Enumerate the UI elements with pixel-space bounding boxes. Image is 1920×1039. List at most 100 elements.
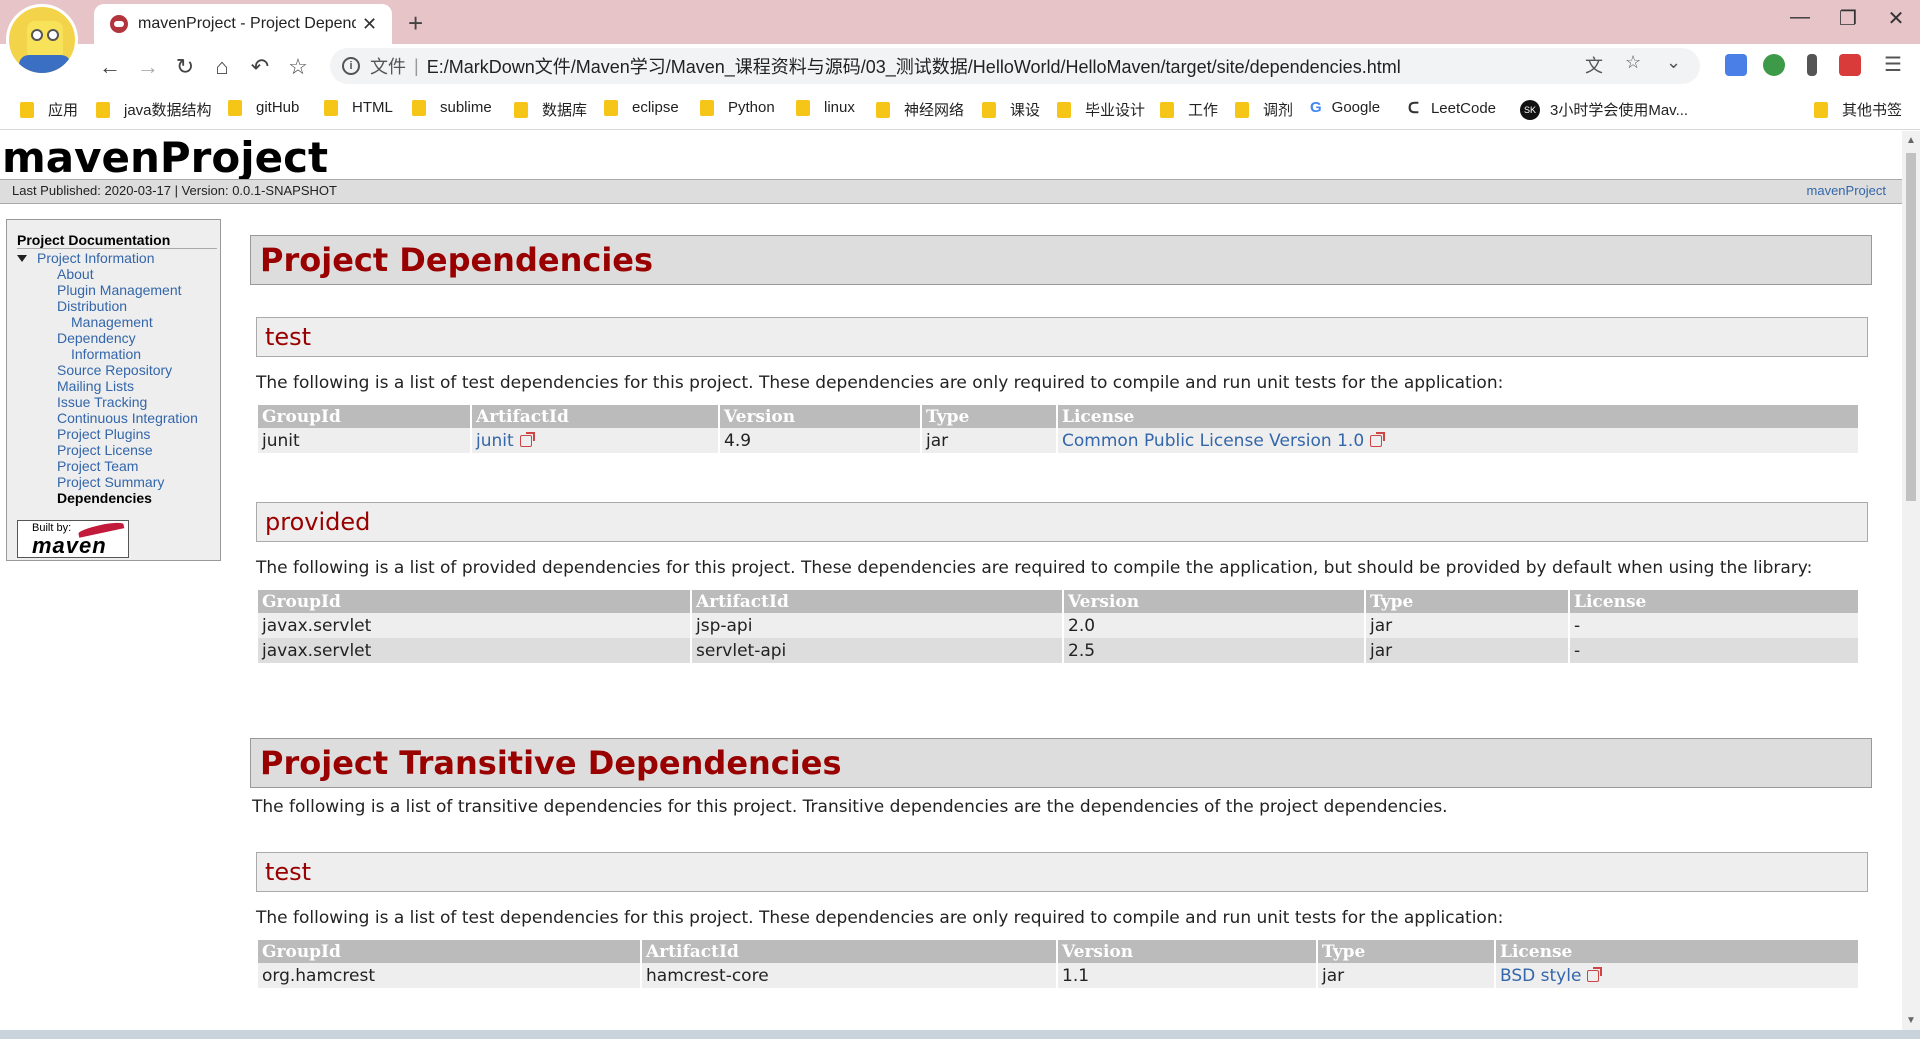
bookmark-folder[interactable]: 神经网络 [876,99,964,120]
close-tab-icon[interactable]: ✕ [362,14,377,35]
bookmark-google[interactable]: G Google [1310,99,1380,116]
nav-item-about[interactable]: About [17,266,217,282]
vertical-scrollbar[interactable]: ▲ ▼ [1902,131,1920,1030]
translate-extension-icon[interactable] [1725,54,1747,76]
bookmark-folder[interactable]: linux [796,99,855,116]
bookmark-label: Google [1331,99,1381,116]
scroll-down-icon[interactable]: ▼ [1906,1015,1916,1026]
home-icon[interactable]: ⌂ [205,50,239,84]
nav-item-mailing-lists[interactable]: Mailing Lists [17,378,217,394]
chevron-down-icon[interactable]: ⌄ [1666,52,1681,73]
test-description: The following is a list of test dependen… [256,373,1504,393]
cell-groupid: junit [258,428,470,453]
cell-license-link[interactable]: BSD style [1496,963,1858,988]
bookmark-apps[interactable]: 应用 [20,99,78,120]
provided-dependencies-table: GroupId ArtifactId Version Type License … [256,590,1860,663]
bookmark-label: 神经网络 [904,102,965,119]
project-link[interactable]: mavenProject [1807,180,1886,202]
nav-item-project-summary[interactable]: Project Summary [17,474,217,490]
cell-artifactid-link[interactable]: junit [472,428,718,453]
bookmark-folder[interactable]: 课设 [982,99,1040,120]
bookmark-folder[interactable]: eclipse [604,99,679,116]
bookmark-label: LeetCode [1430,99,1497,117]
nav-item-plugin-management[interactable]: Plugin Management [17,282,217,298]
cell-groupid: javax.servlet [258,613,690,638]
nav-item-distribution-management-cont[interactable]: Management [17,314,217,330]
bookmark-folder[interactable]: gitHub [228,99,299,116]
table-row: org.hamcrest hamcrest-core 1.1 jar BSD s… [258,963,1858,988]
breadcrumb: Last Published: 2020-03-17 | Version: 0.… [0,179,1902,204]
nav-item-distribution-management[interactable]: Distribution [17,298,217,314]
license-link-text[interactable]: Common Public License Version 1.0 [1062,431,1364,451]
scrollbar-thumb[interactable] [1906,153,1916,501]
new-tab-button[interactable]: + [408,8,423,39]
nav-item-project-license[interactable]: Project License [17,442,217,458]
reload-icon[interactable]: ↻ [168,50,202,84]
table-header-row: GroupId ArtifactId Version Type License [258,590,1858,613]
bookmark-folder[interactable]: 工作 [1160,99,1218,120]
forward-arrow-icon[interactable]: → [131,50,165,84]
back-arrow-icon[interactable]: ← [93,50,127,84]
close-window-icon[interactable]: ✕ [1876,6,1916,31]
cell-groupid: javax.servlet [258,638,690,663]
info-icon[interactable]: i [342,57,360,75]
undo-icon[interactable]: ↶ [243,50,277,84]
bookmark-folder[interactable]: 调剂 [1235,99,1293,120]
star-bookmark-icon[interactable]: ☆ [281,50,315,84]
cell-type: jar [922,428,1056,453]
cell-version: 2.5 [1064,638,1364,663]
bookmark-folder[interactable]: Python [700,99,775,116]
bookmark-star-icon[interactable]: ☆ [1625,52,1641,73]
folder-icon [700,99,714,116]
cell-version: 1.1 [1058,963,1316,988]
column-header-license: License [1570,590,1858,613]
cell-version: 2.0 [1064,613,1364,638]
folder-icon [1814,101,1828,118]
browser-toolbar: ← → ↻ ⌂ ↶ ☆ i 文件 | E:/MarkDown文件/Maven学习… [0,44,1920,88]
column-header-type: Type [1366,590,1568,613]
menu-icon[interactable]: ☰ [1884,52,1902,77]
nav-item-continuous-integration[interactable]: Continuous Integration [17,410,217,426]
nav-item-project-information[interactable]: Project Information [17,250,217,266]
profile-avatar[interactable] [6,4,78,76]
minimize-icon[interactable]: — [1780,6,1820,29]
license-link-text[interactable]: BSD style [1500,966,1581,986]
bookmark-other[interactable]: 其他书签 [1814,99,1902,120]
folder-icon [1235,101,1249,118]
puzzle-extension-icon[interactable] [1807,54,1817,76]
scroll-up-icon[interactable]: ▲ [1906,135,1916,146]
pdf-extension-icon[interactable] [1839,54,1861,76]
built-by-maven-logo[interactable]: Built by: maven [17,520,129,558]
browser-tab[interactable]: mavenProject - Project Dependencies ✕ [94,4,392,44]
globe-extension-icon[interactable] [1763,54,1785,76]
bookmark-label: 课设 [1010,102,1041,119]
page-viewport: mavenProject Last Published: 2020-03-17 … [0,131,1902,1030]
nav-item-project-team[interactable]: Project Team [17,458,217,474]
cell-artifactid: servlet-api [692,638,1062,663]
address-url[interactable]: E:/MarkDown文件/Maven学习/Maven_课程资料与源码/03_测… [427,53,1401,79]
bookmark-leetcode[interactable]: ᑕ LeetCode [1408,99,1497,118]
translate-icon[interactable]: 文 [1585,52,1603,78]
address-bar[interactable]: i 文件 | E:/MarkDown文件/Maven学习/Maven_课程资料与… [330,48,1700,84]
bookmark-folder[interactable]: java数据结构 [96,99,212,120]
bookmark-folder[interactable]: HTML [324,99,393,116]
restore-icon[interactable]: ❐ [1828,6,1868,31]
nav-item-dependency-information[interactable]: Dependency [17,330,217,346]
sk-icon: SK [1520,99,1540,120]
subsection-heading-test-transitive: test [256,852,1868,892]
bookmark-maven-course[interactable]: SK 3小时学会使用Mav... [1520,99,1688,120]
column-header-artifactid: ArtifactId [692,590,1062,613]
bookmark-folder[interactable]: 毕业设计 [1057,99,1145,120]
nav-list: Project Information About Plugin Managem… [17,250,217,506]
folder-icon [982,101,996,118]
nav-item-dependency-information-cont[interactable]: Information [17,346,217,362]
nav-item-issue-tracking[interactable]: Issue Tracking [17,394,217,410]
bookmark-label: gitHub [256,99,300,116]
nav-item-project-plugins[interactable]: Project Plugins [17,426,217,442]
artifact-link-text[interactable]: junit [476,431,514,451]
folder-icon [20,101,34,118]
nav-item-source-repository[interactable]: Source Repository [17,362,217,378]
bookmark-folder[interactable]: sublime [412,99,492,116]
bookmark-folder[interactable]: 数据库 [514,99,587,120]
cell-license-link[interactable]: Common Public License Version 1.0 [1058,428,1858,453]
